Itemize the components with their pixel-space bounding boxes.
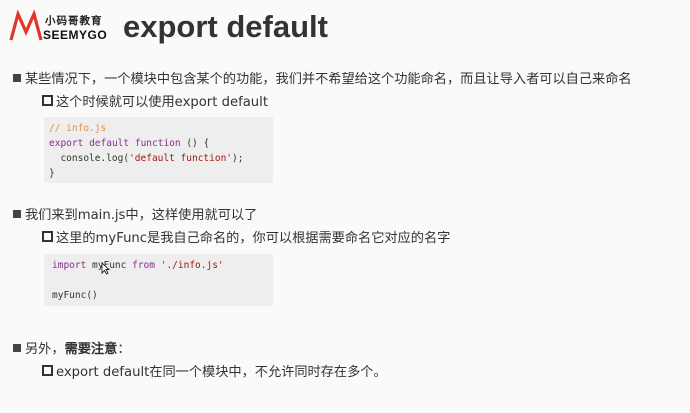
logo-m-icon [9,10,43,41]
sub-item-1: 这个时候就可以使用export default [42,91,268,110]
bullet-text: 我们来到main.js中，这样使用就可以了 [25,208,258,223]
code-line: export default function () { [49,136,268,151]
bullet-item-3: 另外，需要注意： [13,338,131,357]
bullet-square-icon [13,210,21,218]
sub-text: 这个时候就可以使用export default [56,95,268,110]
hollow-square-icon [42,95,53,106]
sub-item-3: export default在同一个模块中，不允许同时存在多个。 [42,361,387,380]
code-token: default [89,138,130,149]
bullet-prefix: 另外， [25,342,65,357]
code-token: myFunc() [52,290,98,301]
code-token: ); [232,153,244,164]
bullet-text: 某些情况下，一个模块中包含某个的功能，我们并不希望给这个功能命名，而且让导入者可… [25,72,632,87]
code-token: () { [180,138,210,149]
sub-text: export default在同一个模块中，不允许同时存在多个。 [56,365,387,380]
brand-name-en: SEEMYGO [43,28,108,42]
bullet-emphasis: 需要注意 [64,342,118,357]
sub-item-2: 这里的myFunc是我自己命名的，你可以根据需要命名它对应的名字 [42,227,450,246]
code-line: // info.js [49,121,268,136]
sub-text: 这里的myFunc是我自己命名的，你可以根据需要命名它对应的名字 [56,231,451,246]
code-token: } [49,168,55,179]
brand-logo: 小码哥教育 SEEMYGO [9,10,109,44]
hollow-square-icon [42,231,53,242]
bullet-item-2: 我们来到main.js中，这样使用就可以了 [13,204,257,223]
code-line: import myFunc from './info.js' [52,258,268,273]
code-token: 'default function' [129,153,233,164]
code-token: './info.js' [160,260,224,271]
code-line: } [49,166,268,181]
code-block-main-js: import myFunc from './info.js' myFunc() [44,254,273,306]
bullet-square-icon [13,344,21,352]
code-token: export [49,138,84,149]
code-token: from [132,260,155,271]
brand-name-cn: 小码哥教育 [45,15,103,27]
code-line: console.log('default function'); [49,151,268,166]
code-token: console.log( [49,153,130,164]
code-line: myFunc() [52,288,268,303]
code-token: import [52,260,87,271]
page-title: export default [123,9,328,44]
mouse-cursor-icon [101,262,110,275]
code-token: function [134,138,181,149]
bullet-square-icon [13,74,21,82]
bullet-suffix: ： [117,342,131,357]
code-block-info-js: // info.js export default function () { c… [44,117,273,183]
hollow-square-icon [42,365,53,376]
code-token: // info.js [49,123,107,134]
bullet-item-1: 某些情况下，一个模块中包含某个的功能，我们并不希望给这个功能命名，而且让导入者可… [13,68,632,87]
